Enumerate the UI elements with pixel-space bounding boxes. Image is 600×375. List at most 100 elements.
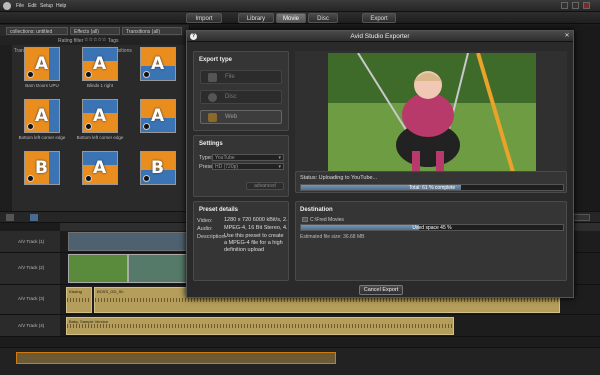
- transition-item[interactable]: A Blinds 1 right: [72, 47, 128, 97]
- track-header-3[interactable]: A/V Track (3): [0, 285, 60, 315]
- export-disc-label: Disc: [225, 94, 237, 100]
- audio-key: Audio:: [197, 226, 213, 232]
- transition-thumbnail: A: [24, 47, 60, 81]
- tab-transitions[interactable]: Transitions (all): [122, 27, 182, 35]
- web-icon: [208, 113, 217, 122]
- play-icon[interactable]: [143, 71, 150, 78]
- play-icon[interactable]: [85, 71, 92, 78]
- transition-item[interactable]: B: [14, 151, 70, 201]
- play-icon[interactable]: [27, 175, 34, 182]
- tab-disc[interactable]: Disc: [308, 13, 338, 23]
- chevron-down-icon: ▾: [278, 164, 281, 170]
- track-name: A/V Track (2): [18, 265, 45, 270]
- type-value: YouTube: [215, 155, 235, 161]
- play-icon[interactable]: [143, 123, 150, 130]
- menu-edit[interactable]: Edit: [28, 3, 37, 9]
- close-icon[interactable]: ✕: [563, 33, 571, 40]
- track-name: A/V Track (4): [18, 323, 45, 328]
- clip-label: Kissing: [69, 289, 82, 294]
- clip-label: Baby, Sample Version: [69, 319, 109, 324]
- dialog-title: Avid Studio Exporter: [187, 31, 573, 42]
- transition-letter: A: [93, 158, 107, 178]
- navigator-strip[interactable]: [16, 352, 336, 364]
- menu-setup[interactable]: Setup: [40, 3, 53, 9]
- transition-thumbnail: B: [140, 151, 176, 185]
- transitions-grid: A Barn Doors UPU A Blinds 1 right A A Bottom l…: [14, 47, 190, 217]
- tab-collections[interactable]: collections: untitled: [6, 27, 68, 35]
- settings-panel: Settings Type: YouTube ▾ Preset: HD (720…: [193, 135, 289, 197]
- mode-tabs: Import Library Movie Disc Export: [0, 12, 600, 24]
- transition-item[interactable]: A: [130, 99, 186, 149]
- menu-bar: File Edit Setup Help: [0, 0, 600, 12]
- transition-letter: B: [151, 158, 164, 178]
- library-sidebar: [0, 45, 12, 211]
- tab-import[interactable]: Import: [186, 13, 222, 23]
- export-disc-button[interactable]: Disc: [200, 90, 282, 104]
- menu-file[interactable]: File: [16, 3, 24, 9]
- play-icon[interactable]: [27, 123, 34, 130]
- play-icon[interactable]: [85, 123, 92, 130]
- video-key: Video:: [197, 218, 213, 224]
- track-4[interactable]: Baby, Sample Version: [60, 315, 600, 337]
- transition-item[interactable]: A Bottom left corner edge: [14, 99, 70, 149]
- estimated-size: Estimated file size: 36.68 MB: [300, 234, 365, 240]
- track-header-2[interactable]: A/V Track (2): [0, 253, 60, 285]
- destination-path[interactable]: C:\Fred Movies: [310, 217, 344, 223]
- track-header-1[interactable]: A/V Track (1): [0, 231, 60, 253]
- storyboard-icon[interactable]: [30, 214, 38, 221]
- rating-filter-label: Rating filter: [58, 38, 84, 44]
- audio-clip[interactable]: Baby, Sample Version: [66, 317, 454, 335]
- audio-value: MPEG-4, 16 Bit Stereo, 4...: [224, 225, 288, 231]
- transition-letter: B: [35, 158, 48, 178]
- destination-title: Destination: [300, 207, 333, 213]
- video-value: 1280 x 720 6000 kBit/s, 2...: [224, 217, 288, 223]
- tab-library[interactable]: Library: [238, 13, 274, 23]
- transition-letter: A: [93, 106, 107, 126]
- transition-item[interactable]: B: [130, 151, 186, 201]
- type-select[interactable]: YouTube ▾: [212, 154, 284, 161]
- settings-icon[interactable]: [6, 214, 14, 221]
- rating-stars[interactable]: ☆☆☆☆☆: [84, 37, 106, 43]
- play-icon[interactable]: [143, 175, 150, 182]
- preset-select[interactable]: HD (720p) ▾: [212, 163, 284, 170]
- tags-label[interactable]: Tags: [108, 38, 119, 44]
- advanced-button[interactable]: advanced: [246, 182, 284, 190]
- tab-export[interactable]: Export: [362, 13, 396, 23]
- transition-item[interactable]: A: [130, 47, 186, 97]
- play-icon[interactable]: [85, 175, 92, 182]
- transition-thumbnail: B: [24, 151, 60, 185]
- transition-letter: A: [151, 54, 165, 74]
- preview-video[interactable]: [328, 53, 536, 189]
- transition-item[interactable]: A: [72, 151, 128, 201]
- video-clip[interactable]: [68, 254, 128, 283]
- maximize-icon[interactable]: [572, 2, 579, 9]
- transition-item[interactable]: A Barn Doors UPU: [14, 47, 70, 97]
- track-header-4[interactable]: A/V Track (4): [0, 315, 60, 337]
- used-space-bar: Used space 45 %: [300, 224, 564, 231]
- status-text: Status: Uploading to YouTube...: [300, 175, 378, 181]
- type-label: Type:: [199, 155, 213, 161]
- play-icon[interactable]: [27, 71, 34, 78]
- transition-label: Blinds 1 right: [86, 83, 113, 88]
- audio-clip[interactable]: Kissing: [66, 287, 92, 313]
- close-window-icon[interactable]: [583, 2, 590, 9]
- folder-icon[interactable]: [302, 217, 308, 222]
- tab-movie[interactable]: Movie: [276, 13, 306, 23]
- preset-details-title: Preset details: [199, 207, 239, 213]
- menu-help[interactable]: Help: [56, 3, 66, 9]
- transition-letter: A: [93, 54, 107, 74]
- transition-letter: A: [35, 106, 49, 126]
- help-icon[interactable]: ?: [190, 33, 197, 40]
- status-panel: Status: Uploading to YouTube... Total: 6…: [295, 171, 567, 193]
- transition-thumbnail: A: [82, 99, 118, 133]
- preview-frame: [328, 53, 536, 189]
- transition-item[interactable]: A Bottom left corner edge: [72, 99, 128, 149]
- export-web-button[interactable]: Web: [200, 110, 282, 124]
- library-panel: collections: untitled Effects (all) Tran…: [0, 25, 190, 211]
- chevron-down-icon: ▾: [278, 155, 281, 161]
- export-file-button[interactable]: File: [200, 70, 282, 84]
- minimize-icon[interactable]: [561, 2, 568, 9]
- video-clip[interactable]: [128, 254, 188, 283]
- tab-effects[interactable]: Effects (all): [70, 27, 120, 35]
- cancel-export-button[interactable]: Cancel Export: [359, 285, 403, 295]
